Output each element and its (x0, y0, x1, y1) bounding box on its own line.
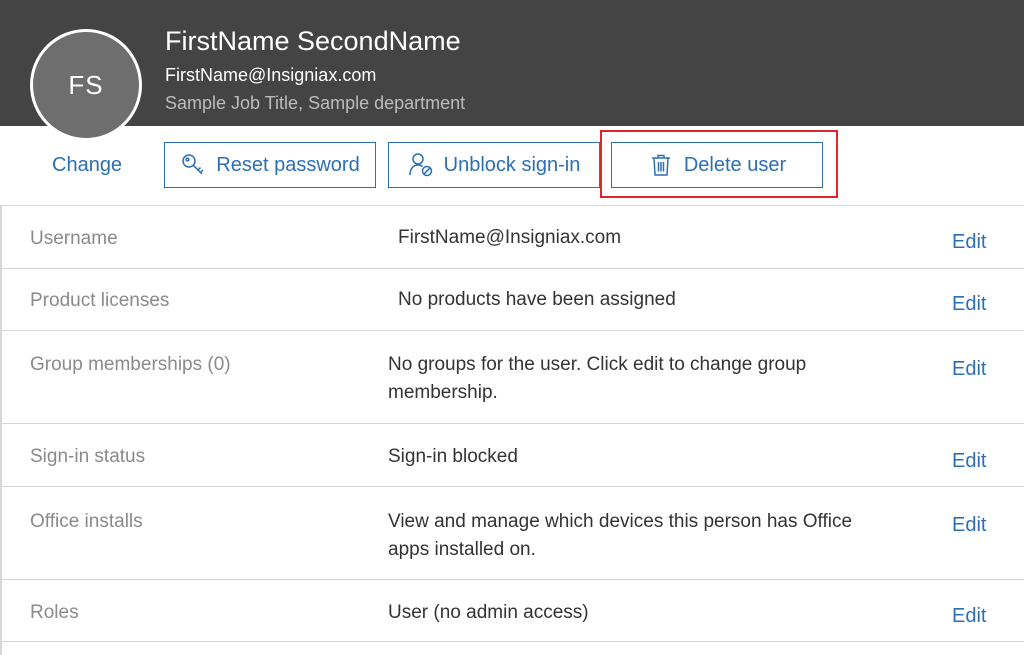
user-header: FirstName SecondName FirstName@Insigniax… (0, 0, 1024, 126)
row-value: User (no admin access) (388, 602, 589, 623)
property-row-office-installs: Office installs View and manage which de… (0, 486, 1024, 579)
row-label: Product licenses (30, 290, 170, 311)
reset-password-label: Reset password (216, 153, 360, 176)
edit-office-installs-link[interactable]: Edit (952, 512, 986, 538)
edit-username-link[interactable]: Edit (952, 229, 986, 255)
person-unblock-icon (408, 153, 432, 177)
row-value: View and manage which devices this perso… (388, 511, 853, 560)
property-row-username: Username FirstName@Insigniax.com Edit (0, 205, 1024, 268)
row-value: No groups for the user. Click edit to ch… (388, 354, 807, 403)
property-row-group-memberships: Group memberships (0) No groups for the … (0, 330, 1024, 423)
edit-sign-in-status-link[interactable]: Edit (952, 448, 986, 474)
edit-product-licenses-link[interactable]: Edit (952, 291, 986, 317)
row-label: Roles (30, 602, 79, 623)
key-icon (182, 154, 204, 175)
property-row-sign-in-status: Sign-in status Sign-in blocked Edit (0, 423, 1024, 486)
user-job-title: Sample Job Title, Sample department (165, 93, 466, 113)
change-photo-link[interactable]: Change (52, 152, 122, 178)
edit-group-memberships-link[interactable]: Edit (952, 356, 986, 382)
delete-user-highlight (600, 130, 838, 198)
row-label: Sign-in status (30, 446, 146, 467)
row-value: FirstName@Insigniax.com (398, 227, 622, 248)
user-display-name: FirstName SecondName (165, 26, 461, 56)
row-label: Group memberships (0) (30, 354, 231, 375)
property-row-product-licenses: Product licenses No products have been a… (0, 268, 1024, 330)
user-email: FirstName@Insigniax.com (165, 65, 377, 85)
row-label: Username (30, 228, 118, 249)
unblock-sign-in-label: Unblock sign-in (443, 153, 581, 176)
row-value: No products have been assigned (398, 289, 676, 310)
property-row-roles: Roles User (no admin access) Edit (0, 579, 1024, 641)
list-bottom-divider (0, 641, 1024, 642)
reset-password-button[interactable]: Reset password (164, 142, 376, 188)
row-value: Sign-in blocked (388, 446, 518, 467)
edit-roles-link[interactable]: Edit (952, 603, 986, 629)
unblock-sign-in-button[interactable]: Unblock sign-in (388, 142, 600, 188)
row-label: Office installs (30, 511, 143, 532)
user-details-page: FirstName SecondName FirstName@Insigniax… (0, 0, 1024, 655)
avatar: FS (30, 29, 142, 141)
